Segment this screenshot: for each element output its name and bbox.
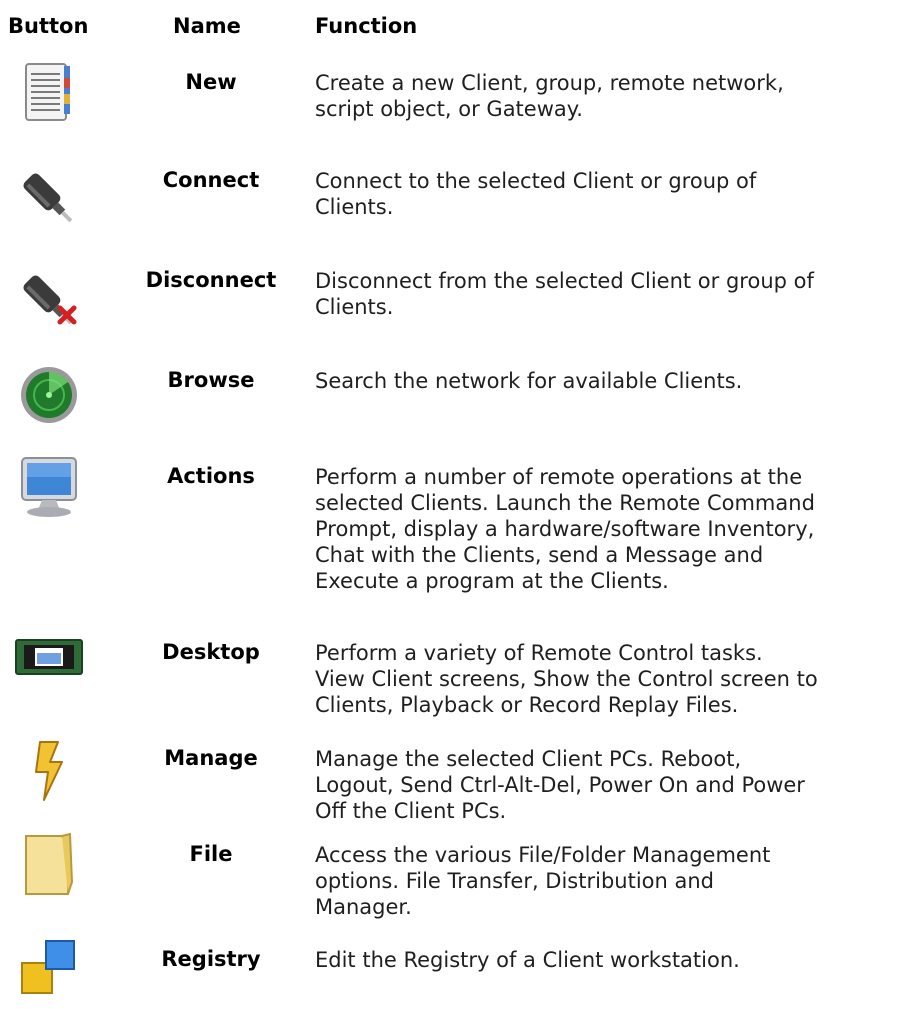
function-line: Perform a variety of Remote Control task…: [315, 641, 763, 665]
monitor-icon[interactable]: [18, 454, 80, 520]
folder-icon[interactable]: [18, 832, 80, 898]
function-line: Perform a number of remote operations at…: [315, 465, 803, 489]
function-line: Prompt, display a hardware/software Inve…: [315, 517, 815, 541]
function-line: Off the Client PCs.: [315, 799, 507, 823]
function-line: Create a new Client, group, remote netwo…: [315, 71, 784, 95]
row-function: Connect to the selected Client or group …: [315, 168, 895, 220]
row-function: Disconnect from the selected Client or g…: [315, 268, 895, 320]
function-line: Edit the Registry of a Client workstatio…: [315, 948, 740, 972]
function-line: Connect to the selected Client or group …: [315, 169, 757, 193]
function-line: Disconnect from the selected Client or g…: [315, 269, 814, 293]
row-function: Create a new Client, group, remote netwo…: [315, 70, 895, 122]
registry-icon[interactable]: [18, 937, 80, 999]
header-function: Function: [315, 14, 418, 38]
function-line: Manage the selected Client PCs. Reboot,: [315, 747, 742, 771]
function-line: selected Clients. Launch the Remote Comm…: [315, 491, 815, 515]
row-function: Access the various File/Folder Managemen…: [315, 842, 895, 920]
function-line: View Client screens, Show the Control sc…: [315, 667, 818, 691]
function-line: Logout, Send Ctrl-Alt-Del, Power On and …: [315, 773, 805, 797]
function-line: Clients, Playback or Record Replay Files…: [315, 693, 739, 717]
row-function: Perform a variety of Remote Control task…: [315, 640, 895, 718]
plug-icon[interactable]: [18, 166, 80, 232]
function-line: script object, or Gateway.: [315, 97, 583, 121]
row-name: Manage: [164, 746, 258, 770]
radar-icon[interactable]: [18, 362, 80, 428]
notepad-icon[interactable]: [18, 60, 80, 126]
function-line: Access the various File/Folder Managemen…: [315, 843, 771, 867]
function-line: Search the network for available Clients…: [315, 369, 743, 393]
row-name: Browse: [167, 368, 255, 392]
row-name: File: [189, 842, 233, 866]
function-line: options. File Transfer, Distribution and: [315, 869, 714, 893]
lightning-icon[interactable]: [18, 738, 80, 804]
row-name: Desktop: [162, 640, 260, 664]
function-line: Manager.: [315, 895, 412, 919]
function-line: Clients.: [315, 295, 394, 319]
row-function: Manage the selected Client PCs. Reboot, …: [315, 746, 895, 824]
header-name: Name: [173, 14, 241, 38]
row-name: New: [185, 70, 237, 94]
header-button: Button: [8, 14, 89, 38]
row-name: Actions: [167, 464, 255, 488]
row-name: Connect: [162, 168, 260, 192]
function-line: Clients.: [315, 195, 394, 219]
function-line: Execute a program at the Clients.: [315, 569, 669, 593]
row-function: Perform a number of remote operations at…: [315, 464, 895, 594]
row-function: Search the network for available Clients…: [315, 368, 895, 394]
desktop-icon[interactable]: [14, 628, 84, 694]
unplug-icon[interactable]: [18, 268, 80, 334]
row-function: Edit the Registry of a Client workstatio…: [315, 947, 895, 973]
row-name: Registry: [161, 947, 261, 971]
row-name: Disconnect: [145, 268, 277, 292]
function-line: Chat with the Clients, send a Message an…: [315, 543, 764, 567]
